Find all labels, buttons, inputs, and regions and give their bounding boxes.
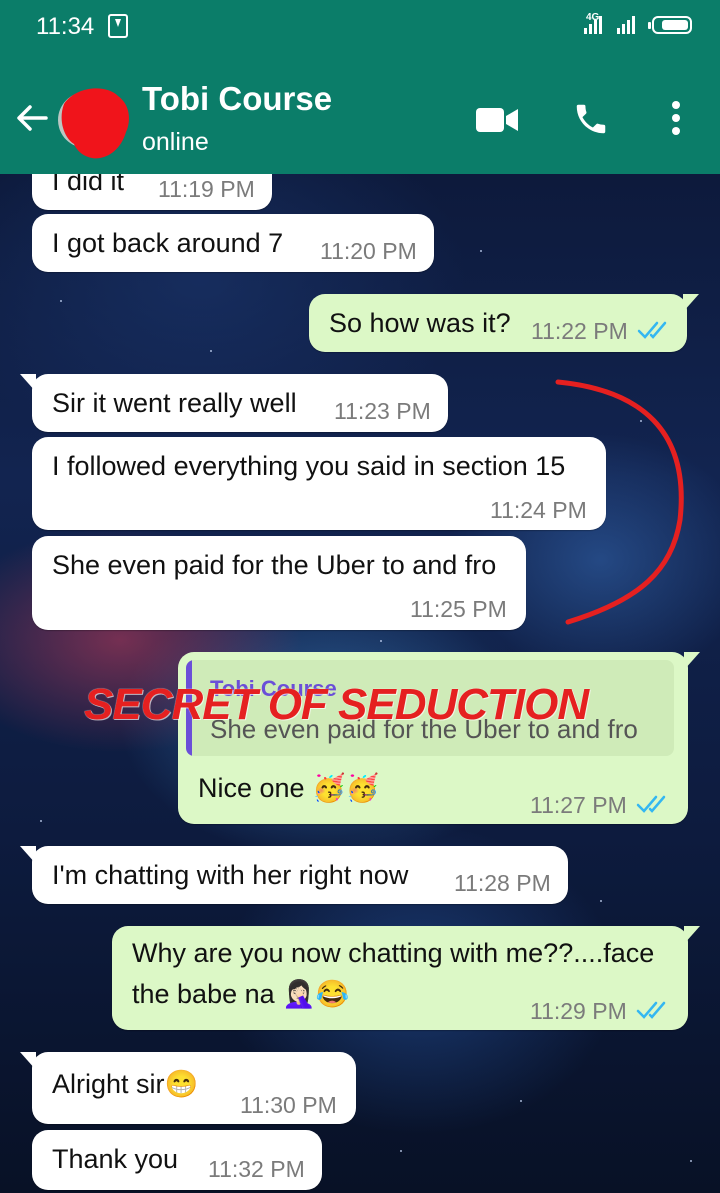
message-text-line2-body: the babe na <box>132 979 275 1009</box>
message-bubble-outgoing-reply[interactable]: Tobi Course She even paid for the Uber t… <box>178 652 700 824</box>
message-text: Nice one 🥳🥳 <box>198 772 379 804</box>
video-call-icon[interactable] <box>476 106 518 134</box>
party-face-emoji: 🥳🥳 <box>312 773 380 803</box>
message-time: 11:28 PM <box>454 870 551 896</box>
message-text: I followed everything you said in sectio… <box>52 451 566 481</box>
message-bubble-incoming[interactable]: I followed everything you said in sectio… <box>32 437 606 530</box>
read-receipt-icon <box>636 1001 666 1019</box>
message-time: 11:24 PM <box>490 497 587 523</box>
message-text-body: Alright sir <box>52 1069 165 1099</box>
message-time: 11:20 PM <box>320 238 417 264</box>
message-bubble-incoming[interactable]: Sir it went really well 11:23 PM <box>20 374 448 432</box>
status-bar: 11:34 4G <box>0 0 720 52</box>
message-text: She even paid for the Uber to and fro <box>52 550 497 580</box>
facepalm-laugh-emoji: 🤦🏻‍♀️😂 <box>282 979 350 1009</box>
message-bubble-incoming[interactable]: I'm chatting with her right now 11:28 PM <box>20 846 568 904</box>
message-text: I'm chatting with her right now <box>52 860 409 890</box>
download-icon <box>108 14 128 38</box>
message-text: So how was it? <box>329 308 511 338</box>
more-options-icon[interactable] <box>670 100 682 136</box>
message-time: 11:30 PM <box>240 1092 337 1118</box>
watermark-text: SECRET OF SEDUCTION <box>84 680 589 729</box>
contact-status: online <box>142 128 209 156</box>
message-text-body: Nice one <box>198 773 305 803</box>
message-text: I got back around 7 <box>52 228 284 258</box>
message-time: 11:29 PM <box>530 998 627 1024</box>
bubble-tail <box>683 294 699 312</box>
bubble-tail <box>684 652 700 670</box>
message-text: Alright sir😁 <box>52 1068 198 1100</box>
contact-name[interactable]: Tobi Course <box>142 80 332 118</box>
signal-icon-2 <box>617 16 635 34</box>
message-time: 11:22 PM <box>531 318 628 344</box>
signal-icon <box>584 16 602 34</box>
phone-call-icon[interactable] <box>572 100 610 138</box>
message-time: 11:27 PM <box>530 792 627 818</box>
bubble-tail <box>20 374 36 392</box>
avatar[interactable] <box>56 84 132 160</box>
message-time: 11:19 PM <box>158 176 255 202</box>
message-text-line2: the babe na 🤦🏻‍♀️😂 <box>132 978 349 1010</box>
chat-header: Tobi Course online <box>0 52 720 174</box>
read-receipt-icon <box>637 321 667 339</box>
message-time: 11:25 PM <box>410 596 507 622</box>
back-arrow-icon[interactable] <box>14 100 50 136</box>
read-receipt-icon <box>636 795 666 813</box>
message-bubble-outgoing[interactable]: Why are you now chatting with me??....fa… <box>112 926 700 1030</box>
message-text: Sir it went really well <box>52 388 297 418</box>
message-bubble-incoming[interactable]: Alright sir😁 11:30 PM <box>20 1052 356 1124</box>
bubble-tail <box>20 1052 36 1070</box>
message-time: 11:23 PM <box>334 398 431 424</box>
bubble-tail <box>20 846 36 864</box>
message-bubble-incoming[interactable]: Thank you 11:32 PM <box>32 1130 322 1190</box>
bubble-tail <box>684 926 700 944</box>
message-bubble-outgoing[interactable]: So how was it? 11:22 PM <box>309 294 699 352</box>
message-text-line1: Why are you now chatting with me??....fa… <box>132 938 655 968</box>
message-text: Thank you <box>52 1144 179 1174</box>
grin-emoji: 😁 <box>164 1069 199 1099</box>
battery-icon <box>648 16 692 34</box>
message-bubble-incoming[interactable]: She even paid for the Uber to and fro 11… <box>32 536 526 630</box>
message-bubble-incoming[interactable]: I got back around 7 11:20 PM <box>32 214 434 272</box>
message-time: 11:32 PM <box>208 1156 305 1182</box>
status-time: 11:34 <box>36 13 95 40</box>
